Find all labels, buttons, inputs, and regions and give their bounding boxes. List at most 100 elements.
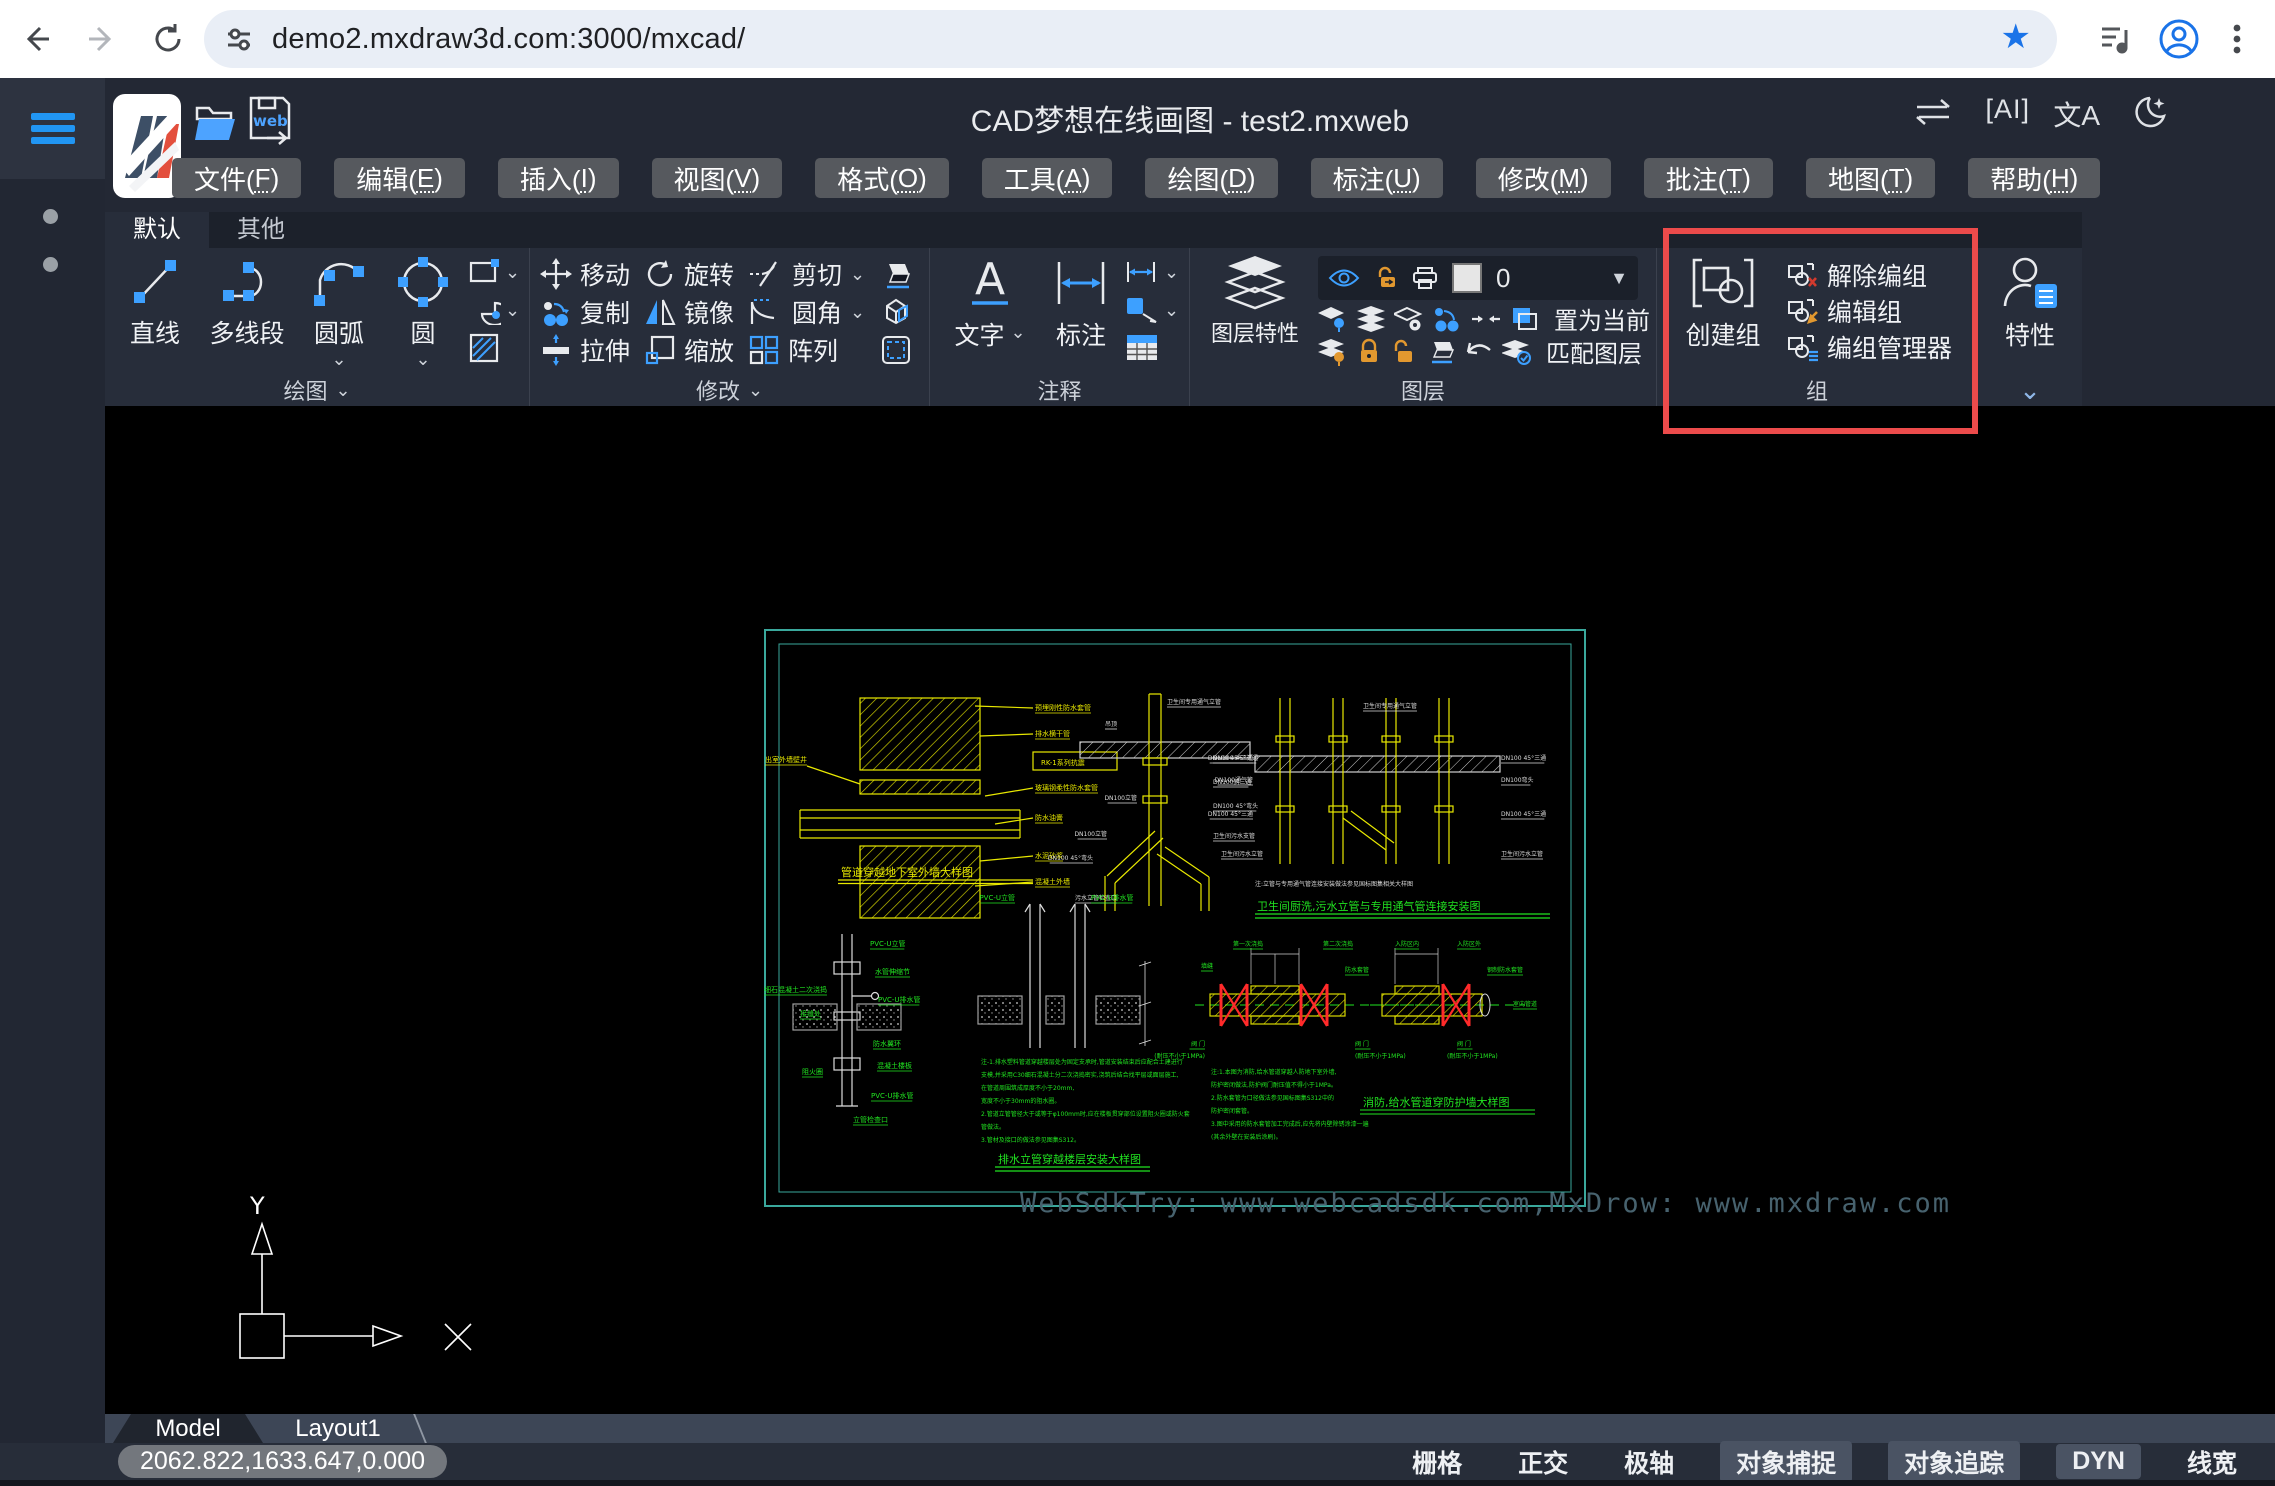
- toggle-4[interactable]: 对象追踪: [1888, 1441, 2020, 1483]
- dimension-tool[interactable]: 标注: [1038, 248, 1124, 374]
- leader-tool[interactable]: ⌄: [1124, 294, 1179, 326]
- set-current-label[interactable]: 置为当前: [1554, 301, 1650, 336]
- match-layer-icon[interactable]: [1502, 338, 1532, 366]
- chevron-down-icon[interactable]: ⌄: [331, 350, 346, 368]
- toggle-1[interactable]: 正交: [1508, 1441, 1578, 1483]
- url-text[interactable]: demo2.mxdraw3d.com:3000/mxcad/: [272, 23, 745, 56]
- menu-h-11[interactable]: 帮助(H): [1968, 158, 2100, 198]
- tab-model[interactable]: Model: [113, 1414, 263, 1443]
- layer-dropdown[interactable]: 0 ▼: [1318, 256, 1638, 300]
- select-tool[interactable]: [879, 332, 913, 368]
- browser-menu-icon[interactable]: [2215, 17, 2259, 61]
- tab-other[interactable]: 其他: [209, 212, 313, 248]
- line-tool[interactable]: 直线: [109, 248, 201, 374]
- array-tool[interactable]: 阵列: [748, 332, 865, 368]
- linear-dimension-tool[interactable]: ⌄: [1124, 256, 1179, 288]
- dark-mode-moon-icon[interactable]: [2130, 94, 2170, 132]
- match-layer-label[interactable]: 匹配图层: [1546, 334, 1642, 369]
- mirror-tool[interactable]: 镜像: [644, 294, 734, 330]
- ai-icon[interactable]: [AI]: [1985, 94, 2030, 125]
- ellipse-tool[interactable]: ⌄: [467, 294, 520, 326]
- move-tool[interactable]: 移动: [540, 256, 630, 292]
- layer-properties-tool[interactable]: 图层特性: [1200, 248, 1310, 374]
- text-tool[interactable]: A 文字 ⌄: [942, 248, 1038, 374]
- layers-section-label[interactable]: 图层: [1190, 374, 1656, 406]
- tab-default[interactable]: 默认: [105, 212, 209, 248]
- annotate-section-label[interactable]: 注释: [930, 374, 1189, 406]
- drawing-canvas[interactable]: 管道穿越地下室外墙大样图 卫生间厨洗,污水立管与专用通气管连接安装图 排水立管穿…: [105, 406, 2275, 1414]
- address-bar[interactable]: demo2.mxdraw3d.com:3000/mxcad/ ★: [204, 10, 2057, 68]
- layer-print-icon[interactable]: [1412, 266, 1438, 290]
- layer-visibility-eye-icon[interactable]: [1328, 267, 1360, 289]
- chevron-down-icon[interactable]: ⌄: [505, 301, 520, 319]
- merge-arrows-icon[interactable]: [1470, 305, 1502, 333]
- menu-e-1[interactable]: 编辑(E): [334, 158, 465, 198]
- translate-icon[interactable]: 文A: [2053, 94, 2100, 134]
- menu-m-8[interactable]: 修改(M): [1476, 158, 1611, 198]
- chevron-down-icon[interactable]: ⌄: [415, 350, 430, 368]
- chevron-down-icon[interactable]: ⌄: [1164, 263, 1179, 281]
- polyline-tool[interactable]: 多线段: [201, 248, 293, 374]
- bookmark-star-icon[interactable]: ★: [2001, 17, 2031, 57]
- draw-section-label[interactable]: 绘图⌄: [105, 374, 529, 406]
- layer-copy-icon[interactable]: [1432, 305, 1462, 333]
- chevron-down-icon[interactable]: ▼: [1610, 268, 1628, 289]
- undo-icon[interactable]: [1464, 338, 1494, 366]
- circle-tool[interactable]: 圆 ⌄: [385, 248, 461, 374]
- hatch-tool[interactable]: [467, 332, 520, 364]
- properties-tool[interactable]: 特性: [1980, 248, 2080, 374]
- layer-unlock2-icon[interactable]: [1390, 338, 1418, 366]
- toggle-5[interactable]: DYN: [2056, 1444, 2141, 1479]
- menu-u-7[interactable]: 标注(U): [1311, 158, 1443, 198]
- set-current-icon[interactable]: [1510, 305, 1540, 333]
- modify-section-label[interactable]: 修改⌄: [530, 374, 929, 406]
- back-icon[interactable]: [14, 17, 58, 61]
- table-tool[interactable]: [1124, 332, 1179, 364]
- chevron-down-icon[interactable]: ⌄: [505, 263, 520, 281]
- erase-tool[interactable]: [879, 256, 913, 292]
- layer-settings-icon[interactable]: [1394, 305, 1424, 333]
- stretch-tool[interactable]: 拉伸: [540, 332, 630, 368]
- chevron-down-icon[interactable]: ⌄: [850, 303, 865, 321]
- menu-t-9[interactable]: 批注(T): [1644, 158, 1773, 198]
- menu-f-0[interactable]: 文件(F): [172, 158, 301, 198]
- menu-t-10[interactable]: 地图(T): [1806, 158, 1935, 198]
- reload-icon[interactable]: [146, 17, 190, 61]
- toggle-0[interactable]: 栅格: [1402, 1441, 1472, 1483]
- arc-tool[interactable]: 圆弧 ⌄: [293, 248, 385, 374]
- hamburger-menu-icon[interactable]: [27, 111, 79, 147]
- toggle-3[interactable]: 对象捕捉: [1720, 1441, 1852, 1483]
- toggle-2[interactable]: 极轴: [1614, 1441, 1684, 1483]
- layer-unlock-icon[interactable]: [1374, 266, 1398, 290]
- forward-icon[interactable]: [80, 17, 124, 61]
- layer-stack-icon[interactable]: [1356, 305, 1386, 333]
- chevron-down-icon[interactable]: ⌄: [850, 265, 865, 283]
- chevron-down-icon[interactable]: ⌄: [1164, 301, 1179, 319]
- tune-icon[interactable]: [222, 22, 256, 56]
- layer-lock-icon[interactable]: [1356, 338, 1382, 366]
- layer-freeze-icon[interactable]: [1318, 305, 1348, 333]
- menu-d-6[interactable]: 绘图(D): [1145, 158, 1277, 198]
- layer-walk-icon[interactable]: [1318, 338, 1348, 366]
- explode-tool[interactable]: [879, 294, 913, 330]
- layer-erase-icon[interactable]: [1426, 338, 1456, 366]
- scale-tool[interactable]: 缩放: [644, 332, 734, 368]
- rotate-tool[interactable]: 旋转: [644, 256, 734, 292]
- sidebar-dot[interactable]: [43, 209, 58, 224]
- menu-a-5[interactable]: 工具(A): [982, 158, 1113, 198]
- tab-layout1[interactable]: Layout1: [263, 1414, 413, 1443]
- profile-icon[interactable]: [2157, 17, 2201, 61]
- trim-tool[interactable]: 剪切 ⌄: [748, 256, 865, 292]
- menu-i-2[interactable]: 插入(I): [498, 158, 619, 198]
- copy-tool[interactable]: 复制: [540, 294, 630, 330]
- menu-o-4[interactable]: 格式(O): [815, 158, 949, 198]
- fillet-tool[interactable]: 圆角 ⌄: [748, 294, 865, 330]
- sidebar-dot[interactable]: [43, 257, 58, 272]
- chevron-down-icon[interactable]: ⌄: [2019, 377, 2041, 403]
- menu-v-3[interactable]: 视图(V): [652, 158, 783, 198]
- toggle-6[interactable]: 线宽: [2177, 1441, 2247, 1483]
- swap-icon[interactable]: [1911, 94, 1955, 130]
- rectangle-tool[interactable]: ⌄: [467, 256, 520, 288]
- layer-color-swatch[interactable]: [1452, 263, 1482, 293]
- media-playlist-icon[interactable]: [2095, 17, 2139, 61]
